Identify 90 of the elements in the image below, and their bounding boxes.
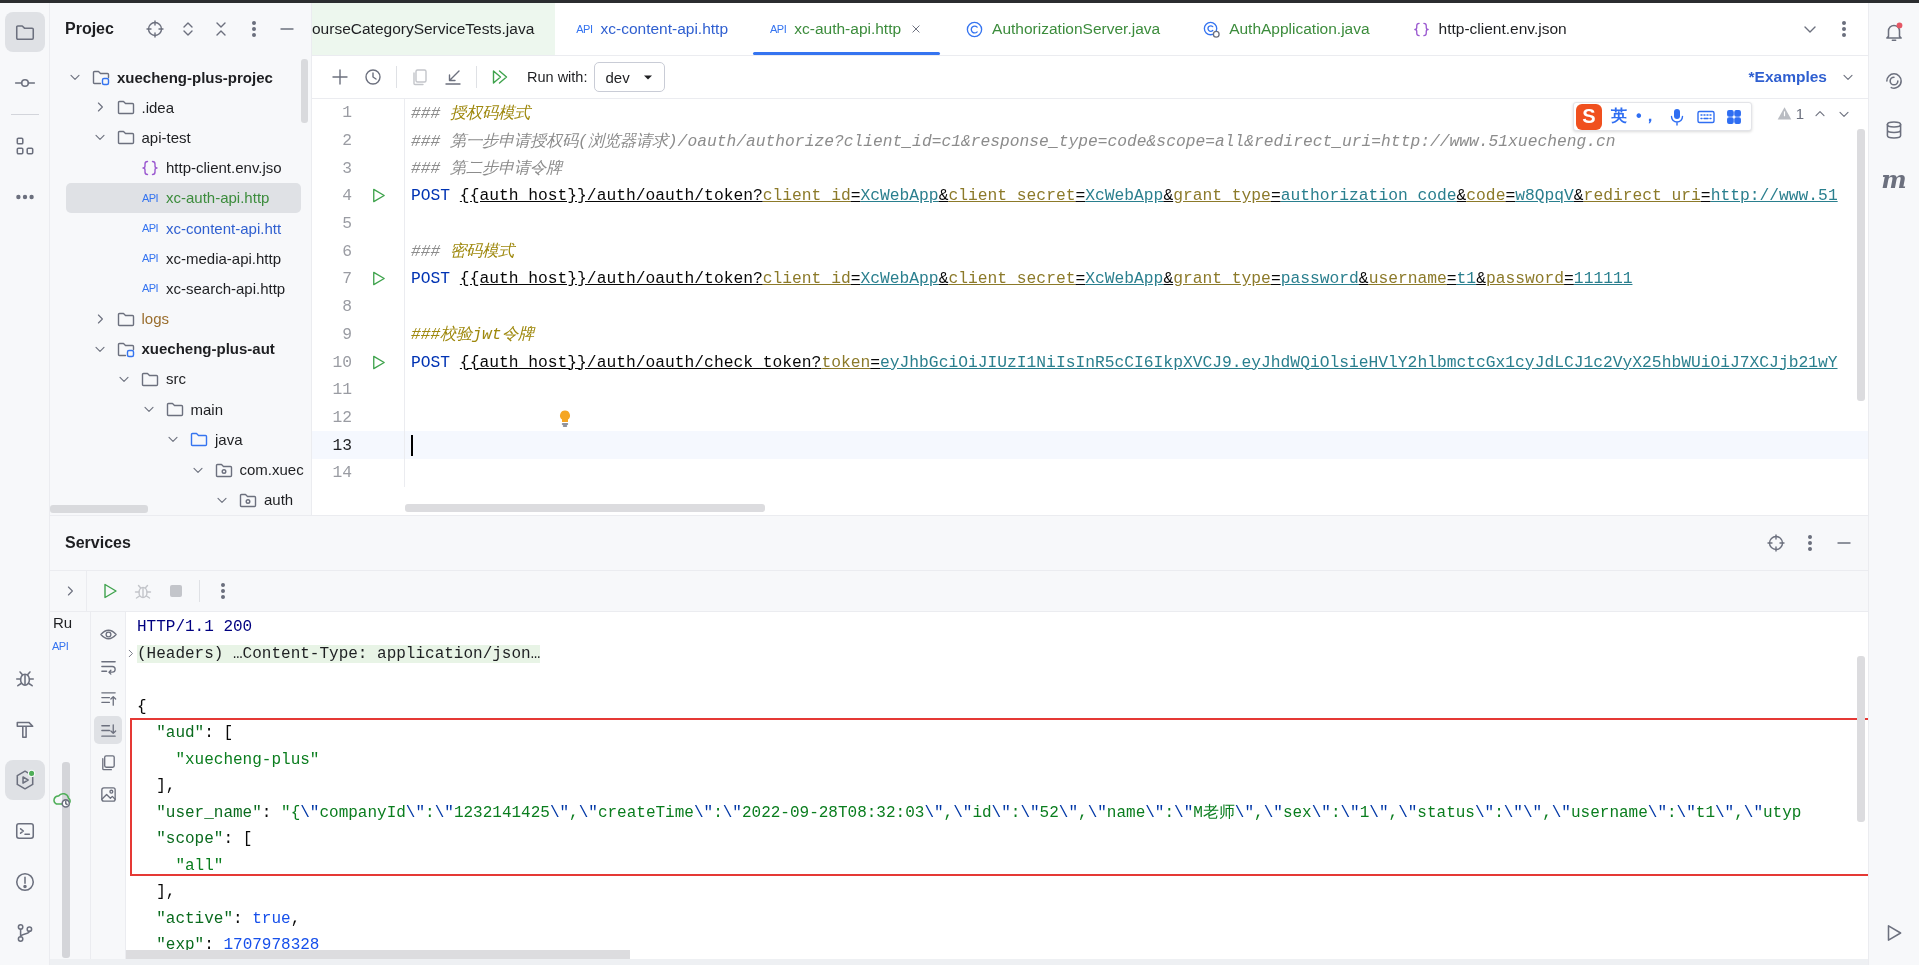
tree-item[interactable]: com.xuec xyxy=(66,454,311,485)
response-line: ], xyxy=(155,883,176,902)
environment-dropdown[interactable]: dev xyxy=(594,62,665,92)
run-with-label: Run with: xyxy=(527,69,588,85)
tree-item[interactable]: main xyxy=(66,394,311,425)
line-number: 14 xyxy=(331,463,352,483)
crosshair-icon[interactable] xyxy=(1766,533,1786,553)
editor-tab[interactable]: http-client.env.json xyxy=(1390,3,1588,55)
examples-link[interactable]: *Examples xyxy=(1748,68,1827,86)
response-line: "user_name": "{\"companyId\":\"1232141425\",\"createTime\":\"2022-09-28T08:32:03\",\"id\":\"52\",\"name\":\"M老师\",\"sex\":\"1\",\"status\":\"\",\"username\":\"t1\",\"utyp xyxy=(155,803,1802,824)
tree-item[interactable]: api-test xyxy=(66,122,311,153)
code-line: ### 第二步申请令牌 xyxy=(411,158,563,180)
tree-item[interactable]: xuecheng-plus-aut xyxy=(66,333,311,364)
line-number: 11 xyxy=(331,380,352,400)
response-line: "aud": [ xyxy=(155,724,234,743)
file-type-label: API xyxy=(52,640,69,652)
code-line: POST {{auth_host}}/auth/oauth/token?client_id=XcWebApp&client_secret=XcWebApp&grant_type=password&username=t1&password=111111 xyxy=(411,269,1633,289)
file-type-label: API xyxy=(576,23,593,35)
folded-headers[interactable]: (Headers) …Content-Type: application/json… xyxy=(137,644,541,663)
file-type-label: API xyxy=(141,282,159,295)
line-number: 8 xyxy=(341,297,352,317)
code-line: POST {{auth_host}}/auth/oauth/check_token?token=eyJhbGciOiJIUzI1NiIsInR5cCI6IkpXVCJ9.eyJhdWQiOlsieHVlY2hlbmctcGx1cyJdLCJ1c2VyX25hbWUiOiJ7XCJjb21wY xyxy=(411,352,1838,372)
plus-icon[interactable] xyxy=(330,67,350,87)
line-number: 7 xyxy=(341,269,352,289)
scrollbar[interactable] xyxy=(62,762,70,958)
editor-tab[interactable]: AuthorizationServer.java xyxy=(944,3,1182,55)
scrollbar[interactable] xyxy=(405,504,765,512)
tree-item[interactable]: http-client.env.jso xyxy=(66,152,311,183)
class-icon xyxy=(965,19,985,39)
run-all-icon[interactable] xyxy=(490,67,510,87)
code-line: ### 第一步申请授权码(浏览器请求)/oauth/authorize?client_id=c1&response_type=code&scope=all&redirect_uri=http://www.51xuecheng.cn xyxy=(411,130,1616,152)
line-number: 10 xyxy=(331,352,352,372)
tree-item[interactable]: API xc-content-api.htt xyxy=(66,212,311,244)
tree-item[interactable]: auth xyxy=(66,484,311,515)
response-line: "all" xyxy=(174,856,224,875)
line-number: 13 xyxy=(331,435,352,455)
line-number: 5 xyxy=(341,214,352,234)
line-number: 3 xyxy=(341,158,352,178)
tree-item[interactable]: API xc-search-api.http xyxy=(66,273,311,304)
editor-tab[interactable]: AuthApplication.java xyxy=(1181,3,1391,55)
text-caret xyxy=(411,434,413,456)
response-line: "xuecheng-plus" xyxy=(174,750,320,769)
tree-item[interactable]: java xyxy=(66,424,311,455)
line-number: 2 xyxy=(341,131,352,151)
punctuation-toggle[interactable]: •， xyxy=(1636,106,1658,127)
line-number: 9 xyxy=(341,324,352,344)
line-number: 1 xyxy=(341,103,352,123)
folder-icon[interactable] xyxy=(4,12,45,52)
input-mode-toggle[interactable]: 英 xyxy=(1611,106,1627,127)
response-line: HTTP/1.1 200 xyxy=(137,618,253,637)
clock-icon[interactable] xyxy=(363,67,383,87)
line-number: 6 xyxy=(341,241,352,261)
line-number: 12 xyxy=(331,407,352,427)
warning-counter[interactable]: 1 xyxy=(1775,105,1804,122)
application-icon xyxy=(1202,19,1222,39)
editor-tab[interactable]: API xc-auth-api.http xyxy=(749,3,945,55)
scroll-to-end-icon[interactable] xyxy=(94,716,122,744)
code-line: ###校验jwt令牌 xyxy=(411,324,534,346)
editor-tab[interactable]: ourseCategoryServiceTests.java xyxy=(312,3,556,55)
line-number: 4 xyxy=(341,186,352,206)
code-line: POST {{auth_host}}/auth/oauth/token?client_id=XcWebApp&client_secret=XcWebApp&grant_type=authorization_code&code=w8QpqV&redirect_uri=http://www.51 xyxy=(411,186,1838,206)
scrollbar[interactable] xyxy=(1857,129,1865,401)
file-type-label: API xyxy=(141,191,159,204)
services-icon[interactable] xyxy=(4,759,45,800)
response-line: "scope": [ xyxy=(155,830,253,849)
response-line: "exp": 1707978328 xyxy=(155,936,320,955)
file-type-label: API xyxy=(141,252,159,265)
panel-title: Services xyxy=(65,534,131,552)
response-line: ], xyxy=(155,777,176,796)
scrollbar[interactable] xyxy=(126,949,630,959)
tree-item[interactable]: xuecheng-plus-projec xyxy=(66,62,311,93)
panel-title: Projec xyxy=(65,20,114,38)
file-type-label: API xyxy=(141,222,159,235)
service-tree-item[interactable]: Ru xyxy=(53,614,73,631)
tree-item[interactable]: .idea xyxy=(66,92,311,123)
code-line: ### 密码模式 xyxy=(411,241,515,263)
scrollbar[interactable] xyxy=(50,505,148,513)
crosshair-icon[interactable] xyxy=(145,19,165,39)
tree-item[interactable]: API xc-media-api.http xyxy=(66,243,311,274)
response-line: { xyxy=(137,697,147,716)
tree-item[interactable]: src xyxy=(66,363,311,395)
file-type-label: API xyxy=(770,23,787,35)
tree-item[interactable]: logs xyxy=(66,303,311,334)
editor-tab[interactable]: API xc-content-api.http xyxy=(555,3,750,55)
ime-logo[interactable]: S xyxy=(1576,103,1602,130)
scrollbar[interactable] xyxy=(1857,656,1865,822)
response-line: "active": true, xyxy=(155,909,301,928)
code-line: ### 授权码模式 xyxy=(411,102,531,124)
apps-icon[interactable] xyxy=(1724,107,1743,126)
scrollbar[interactable] xyxy=(301,59,308,123)
